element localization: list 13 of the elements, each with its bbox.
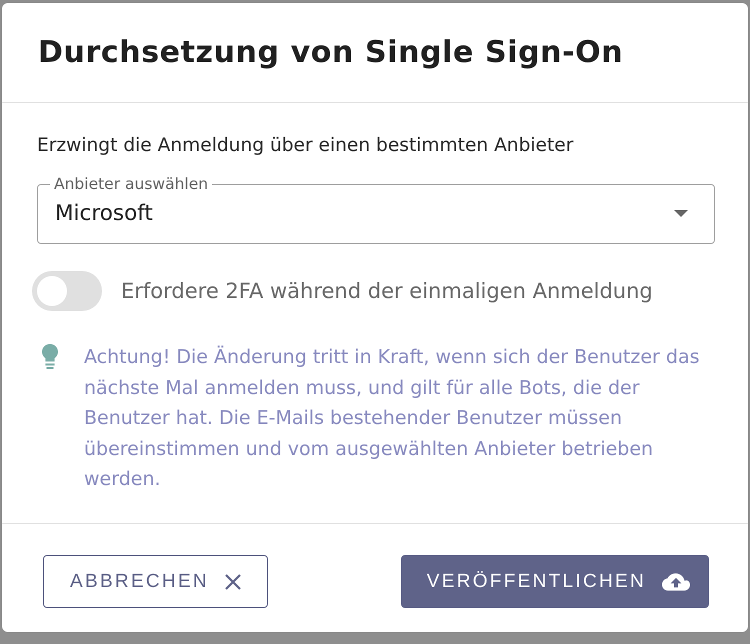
caret-icon: [674, 210, 688, 217]
toggle-label: Erfordere 2FA während der einmaligen Anmeldung: [121, 279, 653, 303]
info-text: Achtung! Die Änderung tritt in Kraft, wenn sich der Benutzer das nächste Mal anmelden muss, und gilt für alle Bots, die der Benutzer hat. Die E-Mails bestehender Benutzer müssen übereinstimmen und vom ausgewählten Anbieter betrieben werden.: [84, 344, 700, 492]
publish-button[interactable]: VERÖFFENTLICHEN: [400, 555, 709, 608]
description-text: Erzwingt die Anmeldung über einen bestimmten Anbieter: [37, 134, 574, 158]
dialog-title: Durchsetzung von Single Sign-On: [38, 35, 624, 70]
field-label: Anbieter auswählen: [53, 175, 210, 193]
provider-select[interactable]: Anbieter auswählen Microsoft: [37, 175, 715, 244]
cloud-upload-icon: [662, 572, 690, 590]
toggle-switch[interactable]: [32, 271, 102, 311]
cancel-button[interactable]: ABBRECHEN: [43, 555, 268, 608]
close-icon: [224, 574, 241, 590]
lightbulb-icon: [42, 344, 58, 369]
